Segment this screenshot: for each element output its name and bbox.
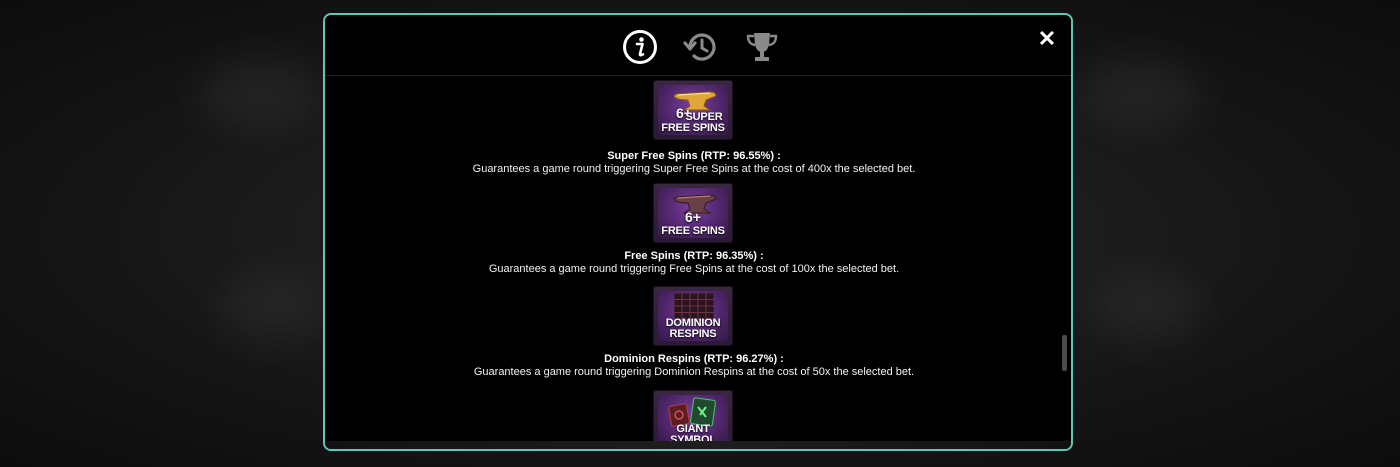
badge-label-line2: FREE SPINS xyxy=(661,122,725,134)
modal-header: ✕ xyxy=(325,15,1071,76)
badge-label-line1: GIANT xyxy=(676,423,710,435)
list-item: DOMINION RESPINS Dominion Respins (RTP: … xyxy=(325,286,1063,386)
background-blur xyxy=(220,270,330,340)
grid-icon xyxy=(674,293,714,319)
game-info-modal: ✕ 6+ SUPER FREE SPINS Super Free Spins (… xyxy=(323,13,1073,451)
history-icon xyxy=(683,33,716,61)
bottom-strip xyxy=(325,441,1071,449)
badge-plus-label: 6+ xyxy=(685,209,701,225)
dominion-respins-badge[interactable]: DOMINION RESPINS xyxy=(653,286,733,346)
tab-history[interactable] xyxy=(682,28,720,66)
free-spins-badge[interactable]: 6+ FREE SPINS xyxy=(653,183,733,243)
feature-title: Super Free Spins (RTP: 96.55%) : xyxy=(607,150,781,162)
tab-info[interactable] xyxy=(621,28,659,66)
list-item: 6+ FREE SPINS Free Spins (RTP: 96.35%) :… xyxy=(325,183,1063,283)
scrollbar-thumb[interactable] xyxy=(1062,335,1067,371)
feature-title: Dominion Respins (RTP: 96.27%) : xyxy=(604,353,784,365)
list-item: 6+ SUPER FREE SPINS Super Free Spins (RT… xyxy=(325,80,1063,180)
feature-list: 6+ SUPER FREE SPINS Super Free Spins (RT… xyxy=(325,75,1063,445)
badge-label-line2: RESPINS xyxy=(669,328,717,340)
background-blur xyxy=(200,60,320,130)
close-button[interactable]: ✕ xyxy=(1035,27,1059,51)
trophy-icon xyxy=(746,33,778,61)
badge-label-line1: SUPER xyxy=(685,111,723,123)
super-free-spins-badge[interactable]: 6+ SUPER FREE SPINS xyxy=(653,80,733,140)
info-icon xyxy=(623,30,657,64)
giant-symbol-badge[interactable]: GIANT SYMBOL xyxy=(653,390,733,445)
badge-label-line1: DOMINION xyxy=(665,317,721,329)
background-blur xyxy=(1080,60,1200,130)
badge-label-line2: FREE SPINS xyxy=(661,225,725,237)
background-blur xyxy=(1090,270,1200,340)
feature-description: Guarantees a game round triggering Free … xyxy=(488,263,900,275)
list-item: GIANT SYMBOL xyxy=(325,390,1063,445)
feature-description: Guarantees a game round triggering Super… xyxy=(472,163,916,175)
feature-description: Guarantees a game round triggering Domin… xyxy=(473,366,915,378)
tab-leaderboard[interactable] xyxy=(743,28,781,66)
feature-title: Free Spins (RTP: 96.35%) : xyxy=(624,250,764,262)
